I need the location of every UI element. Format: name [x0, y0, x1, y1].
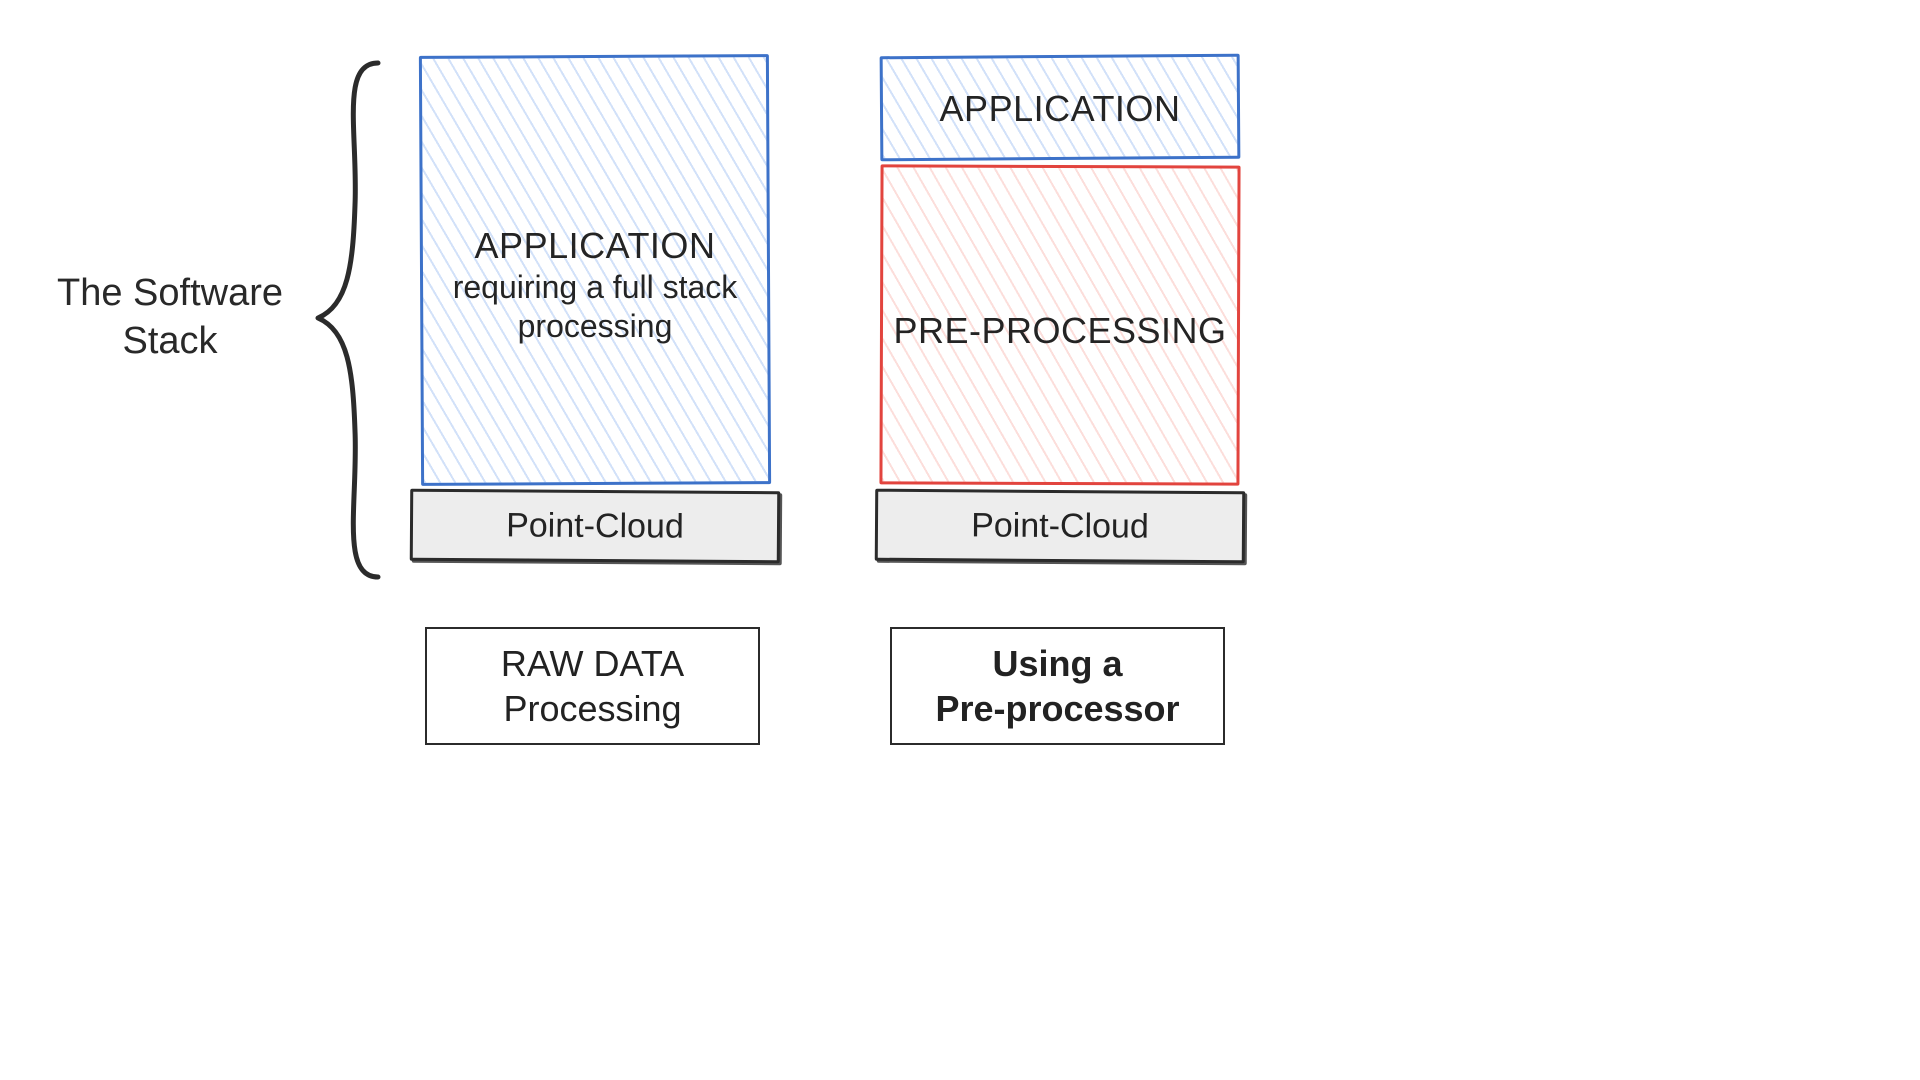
left-application-text: APPLICATION requiring a full stack proce… — [420, 225, 770, 345]
side-label-line2: Stack — [122, 320, 217, 362]
side-label: The Software Stack — [40, 270, 300, 365]
right-pointcloud-box: Point-Cloud — [875, 489, 1245, 564]
left-app-sub2: processing — [420, 308, 770, 345]
curly-brace-icon — [300, 55, 390, 585]
right-pointcloud-label: Point-Cloud — [971, 506, 1149, 546]
side-label-line1: The Software — [57, 272, 283, 314]
left-caption-line1: RAW DATA — [501, 641, 684, 686]
left-pointcloud-box: Point-Cloud — [410, 489, 780, 564]
right-app-title: APPLICATION — [880, 88, 1240, 130]
left-pointcloud-label: Point-Cloud — [506, 506, 684, 546]
left-app-title: APPLICATION — [420, 225, 770, 267]
left-app-sub1: requiring a full stack — [420, 269, 770, 306]
left-caption: RAW DATA Processing — [425, 627, 760, 745]
right-caption-line1: Using a — [992, 641, 1122, 686]
right-preprocessing-text: PRE-PROCESSING — [880, 310, 1240, 352]
right-caption: Using a Pre-processor — [890, 627, 1225, 745]
right-mid-title: PRE-PROCESSING — [880, 310, 1240, 352]
right-application-text: APPLICATION — [880, 88, 1240, 130]
left-caption-line2: Processing — [503, 686, 681, 731]
right-caption-line2: Pre-processor — [935, 686, 1179, 731]
